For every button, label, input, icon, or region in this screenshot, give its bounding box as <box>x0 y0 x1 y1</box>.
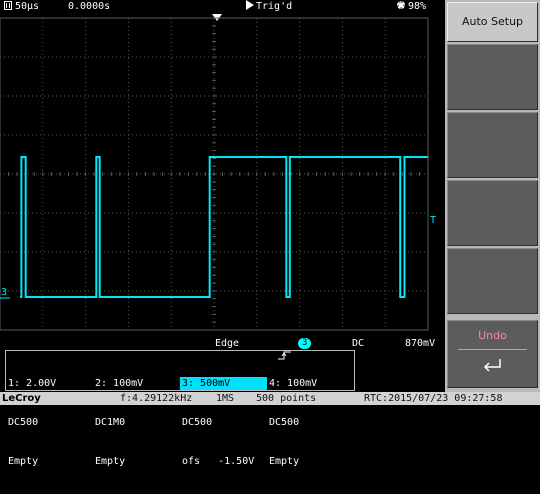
battery-icon <box>397 1 405 9</box>
channel-3-offset: ofs -1.50V <box>182 456 255 467</box>
channel-2-scale: 2: 100mV <box>95 378 144 389</box>
channel-4-coupling: DC500 <box>269 417 300 428</box>
return-icon <box>483 359 501 372</box>
trigger-coupling: DC <box>352 338 365 349</box>
play-icon <box>246 0 254 10</box>
channel-2-status: Empty <box>95 456 126 467</box>
trigger-source: 3 <box>298 338 312 349</box>
lecroy-logo: LeCroy <box>2 393 41 404</box>
channel-4-status: Empty <box>269 456 300 467</box>
auto-setup-button[interactable]: Auto Setup <box>447 2 538 42</box>
softkey-panel: Auto Setup Undo <box>445 0 540 392</box>
status-bar: 50µs 0.0000s Trig'd 98% <box>0 0 445 14</box>
trigger-level: 870mV <box>405 338 436 349</box>
channel-4-info[interactable]: 4: 100mV DC500 Empty <box>267 351 354 467</box>
channel-3-coupling: DC500 <box>182 417 213 428</box>
graticule <box>0 17 429 331</box>
channel-3-scale: 3: 500mV <box>180 377 267 390</box>
timebase-readout[interactable]: 50µs <box>4 0 39 14</box>
frequency-readout: f:4.29122kHz <box>120 393 193 404</box>
channel-2-coupling: DC1M0 <box>95 417 126 428</box>
channel-1-info[interactable]: 1: 2.00V DC500 Empty <box>6 351 93 467</box>
trigger-status: Trig'd <box>246 0 292 14</box>
delay-readout[interactable]: 0.0000s <box>68 0 110 14</box>
softkey-5[interactable] <box>447 248 538 314</box>
channel-1-scale: 1: 2.00V <box>8 378 57 389</box>
channel-2-info[interactable]: 2: 100mV DC1M0 Empty <box>93 351 180 467</box>
channel-3-trace <box>20 156 428 298</box>
battery-status: 98% <box>397 0 426 14</box>
channel-table: 1: 2.00V DC500 Empty 2: 100mV DC1M0 Empt… <box>5 350 355 467</box>
trigger-level-marker[interactable]: T <box>430 215 436 226</box>
softkey-4[interactable] <box>447 180 538 246</box>
undo-label: Undo <box>478 329 507 342</box>
channel-3-marker[interactable]: 3 <box>1 287 7 298</box>
channel-3-info[interactable]: 3: 500mV DC500 ofs -1.50V <box>180 351 267 467</box>
undo-button[interactable]: Undo <box>447 320 538 388</box>
channel-4-scale: 4: 100mV <box>269 378 318 389</box>
record-length: 500 points <box>256 393 317 404</box>
bottom-status-bar: LeCroy f:4.29122kHz 1MS 500 points RTC:2… <box>0 392 540 405</box>
undo-divider <box>458 349 527 350</box>
rtc-clock: RTC:2015/07/23 09:27:58 <box>364 393 503 404</box>
horizontal-icon <box>4 0 12 10</box>
trigger-info-bar[interactable]: Edge 3 DC 870mV <box>0 337 445 360</box>
channel-1-coupling: DC500 <box>8 417 39 428</box>
sample-rate: 1MS <box>216 393 235 404</box>
softkey-2[interactable] <box>447 44 538 110</box>
channel-1-status: Empty <box>8 456 39 467</box>
trigger-type: Edge <box>215 338 240 349</box>
waveform-display[interactable]: 3 T <box>0 14 445 337</box>
softkey-3[interactable] <box>447 112 538 178</box>
